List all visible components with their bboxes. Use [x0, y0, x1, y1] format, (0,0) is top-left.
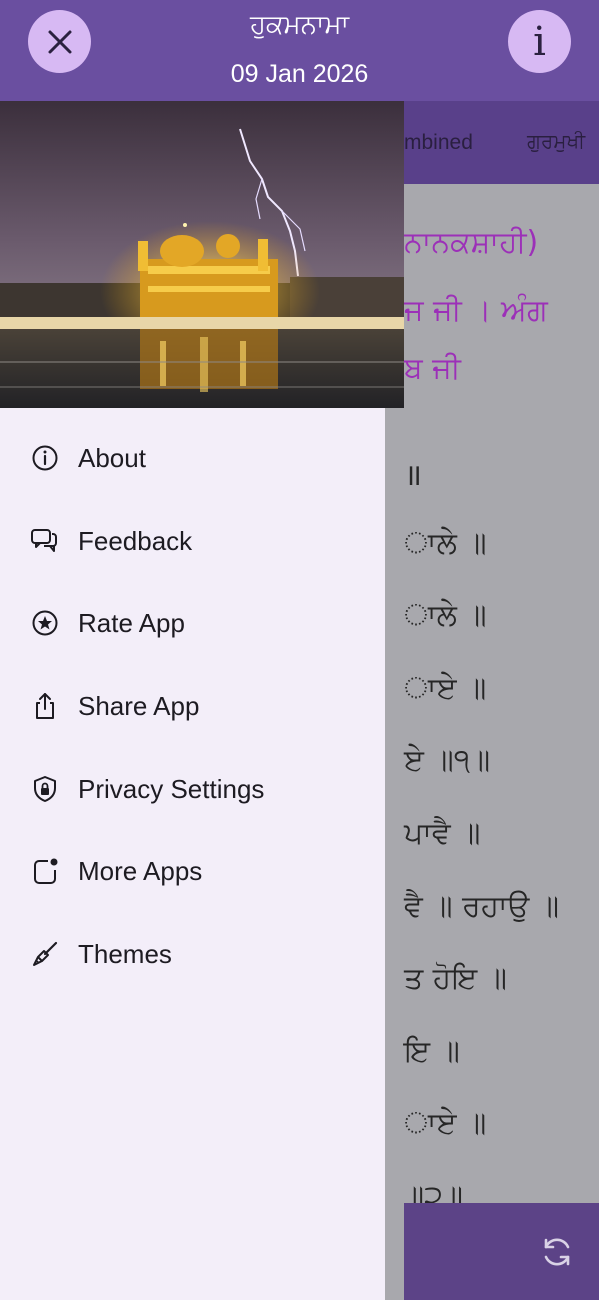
gurbani-line: ਤ ਹੋਇ ॥	[404, 961, 507, 996]
gurbani-line: ਪਾਵੈ ॥	[404, 816, 481, 851]
gurbani-line: ਇ ॥	[404, 1034, 460, 1069]
page-date: 09 Jan 2026	[230, 60, 369, 88]
gurbani-line: ਏ ॥੧॥	[404, 743, 491, 778]
gurbani-line: ਾਲੇ ॥	[404, 526, 487, 561]
golden-temple-photo	[0, 101, 404, 408]
view-tabs: mbined ਗੁਰਮੁਖੀ	[404, 101, 599, 184]
shield-lock-icon	[34, 776, 56, 802]
bottom-toolbar	[404, 1203, 599, 1300]
paintbrush-icon	[33, 941, 58, 966]
info-icon: i	[533, 18, 546, 65]
app-badge-icon	[34, 858, 58, 884]
chat-bubbles-icon	[31, 529, 57, 552]
side-drawer: About Feedback Rate App Share App Privac…	[0, 101, 404, 1300]
hero-image	[0, 101, 404, 408]
gurbani-line: ਾਏ ॥	[404, 1106, 487, 1141]
menu-item-themes[interactable]: Themes	[0, 924, 385, 984]
gurbani-line: ਾਏ ॥	[404, 671, 487, 706]
ang-info-line: ਜ ਜੀ । ਅੰਗ	[404, 293, 548, 328]
menu-item-feedback[interactable]: Feedback	[0, 511, 385, 571]
gurbani-line: ॥	[404, 458, 422, 493]
menu-item-label: Privacy Settings	[78, 773, 265, 804]
menu-item-about[interactable]: About	[0, 428, 385, 488]
menu-item-label: Feedback	[78, 525, 193, 556]
menu-item-privacy-settings[interactable]: Privacy Settings	[0, 759, 385, 819]
gurbani-line: ਾਲੇ ॥	[404, 598, 487, 633]
date-nanakshahi-line: ਨਾਨਕਸ਼ਾਹੀ)	[404, 225, 539, 260]
refresh-icon[interactable]	[539, 1234, 575, 1270]
gurbani-line: ਵੈ ॥ ਰਹਾਉ ॥	[404, 889, 560, 924]
main-content-dimmed[interactable]: mbined ਗੁਰਮੁਖੀ ਨਾਨਕਸ਼ਾਹੀ) ਜ ਜੀ । ਅੰਗ ਬ ਜ…	[385, 101, 599, 1300]
guru-sahib-line: ਬ ਜੀ	[404, 351, 461, 386]
menu-item-share-app[interactable]: Share App	[0, 676, 385, 736]
menu-item-label: About	[78, 442, 146, 473]
info-button[interactable]: i	[508, 10, 571, 73]
menu-item-label: More Apps	[78, 855, 203, 886]
star-circle-icon	[32, 610, 58, 636]
share-icon	[36, 693, 54, 719]
menu-item-label: Share App	[78, 690, 200, 721]
tab-gurmukhi[interactable]: ਗੁਰਮੁਖੀ	[527, 131, 585, 154]
menu-item-label: Rate App	[78, 607, 185, 638]
app-header: ਹੁਕਮਨਾਮਾ 09 Jan 2026 i	[0, 0, 599, 101]
menu-item-label: Themes	[78, 938, 172, 969]
menu-item-rate-app[interactable]: Rate App	[0, 593, 385, 653]
info-circle-icon	[32, 445, 58, 471]
menu-item-more-apps[interactable]: More Apps	[0, 841, 385, 901]
tab-combined[interactable]: mbined	[404, 131, 473, 155]
